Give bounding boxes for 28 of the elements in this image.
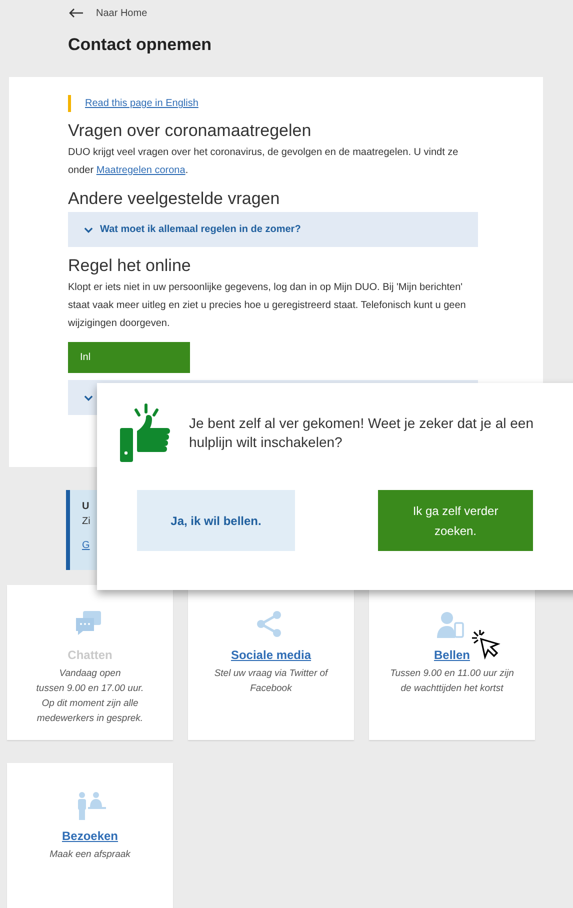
tile-description: Tussen 9.00 en 11.00 uur zijn de wachttijden het kortst: [390, 667, 514, 696]
page-title: Contact opnemen: [68, 35, 212, 55]
call-button[interactable]: Ja, ik wil bellen.: [137, 490, 295, 551]
section-heading: Vragen over coronamaatregelen: [68, 121, 312, 141]
section-heading: Regel het online: [68, 256, 191, 276]
chevron-down-icon: [84, 394, 93, 400]
search-further-button[interactable]: Ik ga zelf verder zoeken.: [378, 490, 533, 551]
inline-link[interactable]: Maatregelen corona: [96, 165, 186, 176]
info-link[interactable]: G: [82, 540, 90, 551]
paragraph: Klopt er iets niet in uw persoonlijke gegevens, log dan in op Mijn DUO. Bij 'Mijn berichten' staat vaak meer uitleg en ziet u precies hoe u geregistreerd staat. Telefonisch kunt u geen wijzigingen doorgeven.: [68, 281, 467, 331]
language-link[interactable]: Read this page in English: [85, 98, 198, 109]
tile-description: Vandaag open tussen 9.00 en 17.00 uur. Op dit moment zijn alle medewerkers in gesprek.: [36, 667, 144, 726]
back-link[interactable]: Naar Home: [68, 5, 148, 21]
tile-description: Maak een afspraak: [50, 848, 130, 862]
tile-title[interactable]: Bezoeken: [62, 829, 118, 843]
dialog-message: Je bent zelf al ver gekomen! Weet je zeker dat je al een hulplijn wilt inschakelen?: [189, 414, 534, 452]
tile-title[interactable]: Bellen: [434, 648, 470, 662]
info-text: Zi: [82, 516, 90, 527]
info-title: U: [82, 501, 90, 512]
mouse-pointer-click-icon: [472, 630, 502, 660]
chevron-down-icon: [84, 226, 93, 232]
tile-description: Stel uw vraag via Twitter of Facebook: [214, 667, 328, 696]
tile-title[interactable]: Sociale media: [230, 648, 312, 662]
back-arrow-icon: [68, 8, 84, 18]
paragraph: DUO krijgt veel vragen over het coronavirus, de gevolgen en de maatregelen. U vindt ze onder Maatregelen corona.: [68, 146, 460, 178]
accordion-item[interactable]: Wat moet ik allemaal regelen in de zomer?: [68, 212, 478, 247]
login-button[interactable]: Inl: [68, 342, 190, 373]
section-heading: Andere veelgestelde vragen: [68, 189, 280, 209]
